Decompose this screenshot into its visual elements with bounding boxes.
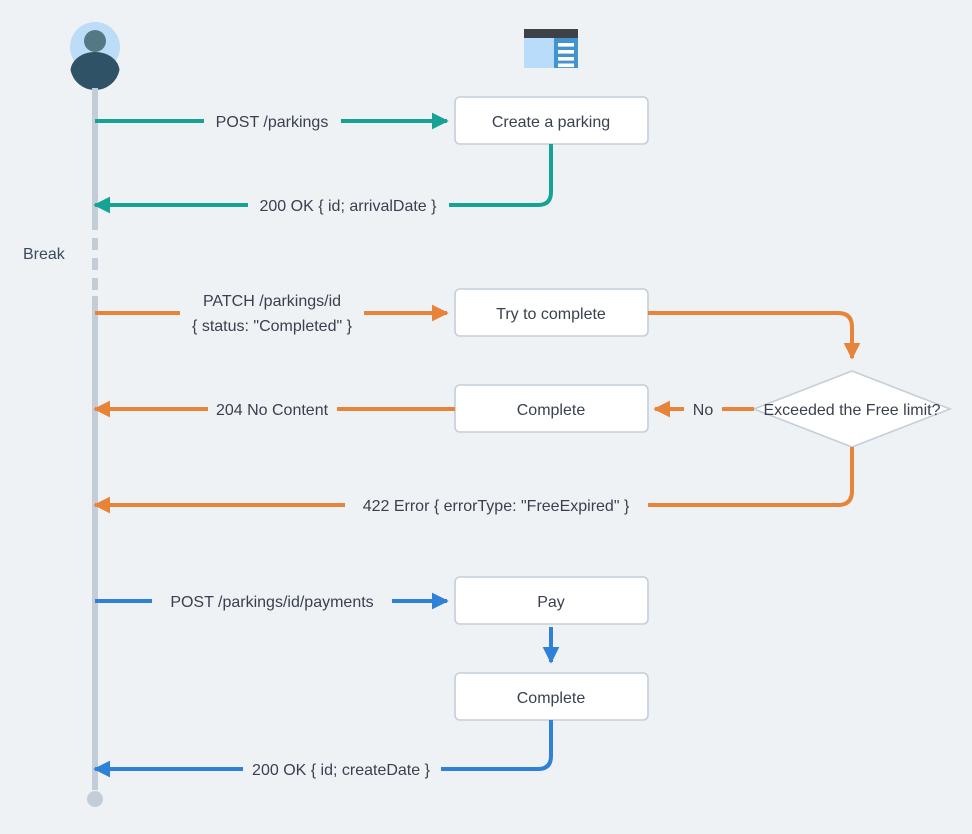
server-window-icon [524, 29, 578, 68]
break-label: Break [23, 246, 66, 263]
flow-200-ok-create-right [441, 720, 553, 771]
node-try-to-complete-label: Try to complete [496, 306, 606, 323]
msg-post-parkings-label: POST /parkings [216, 114, 329, 131]
node-create-a-parking-label: Create a parking [492, 114, 610, 131]
flow-decision-yes-to-error [648, 447, 854, 507]
node-complete-paid-label: Complete [517, 690, 586, 707]
sequence-diagram: Break POST /parkings Create a parking 20… [0, 0, 972, 834]
msg-patch-parkings-line1-label: PATCH /parkings/id [203, 293, 341, 310]
lifeline-end-dot [87, 791, 103, 807]
node-exceeded-free-limit-label: Exceeded the Free limit? [764, 402, 941, 419]
diagram-canvas: Break POST /parkings Create a parking 20… [23, 22, 953, 807]
msg-post-payments-label: POST /parkings/id/payments [170, 594, 373, 611]
node-pay-label: Pay [537, 594, 565, 611]
flow-try-to-decision [648, 311, 861, 360]
msg-patch-parkings-line2-label: { status: "Completed" } [192, 318, 353, 335]
msg-decision-no-label: No [693, 402, 714, 419]
node-complete-free-label: Complete [517, 402, 586, 419]
user-avatar-icon [70, 22, 120, 91]
msg-200-ok-create-label: 200 OK { id; createDate } [252, 762, 431, 779]
msg-200-ok-arrival-label: 200 OK { id; arrivalDate } [260, 198, 438, 215]
msg-422-error-label: 422 Error { errorType: "FreeExpired" } [363, 498, 630, 515]
flow-200-ok-arrival-right [449, 144, 553, 207]
msg-204-no-content-label: 204 No Content [216, 402, 329, 419]
